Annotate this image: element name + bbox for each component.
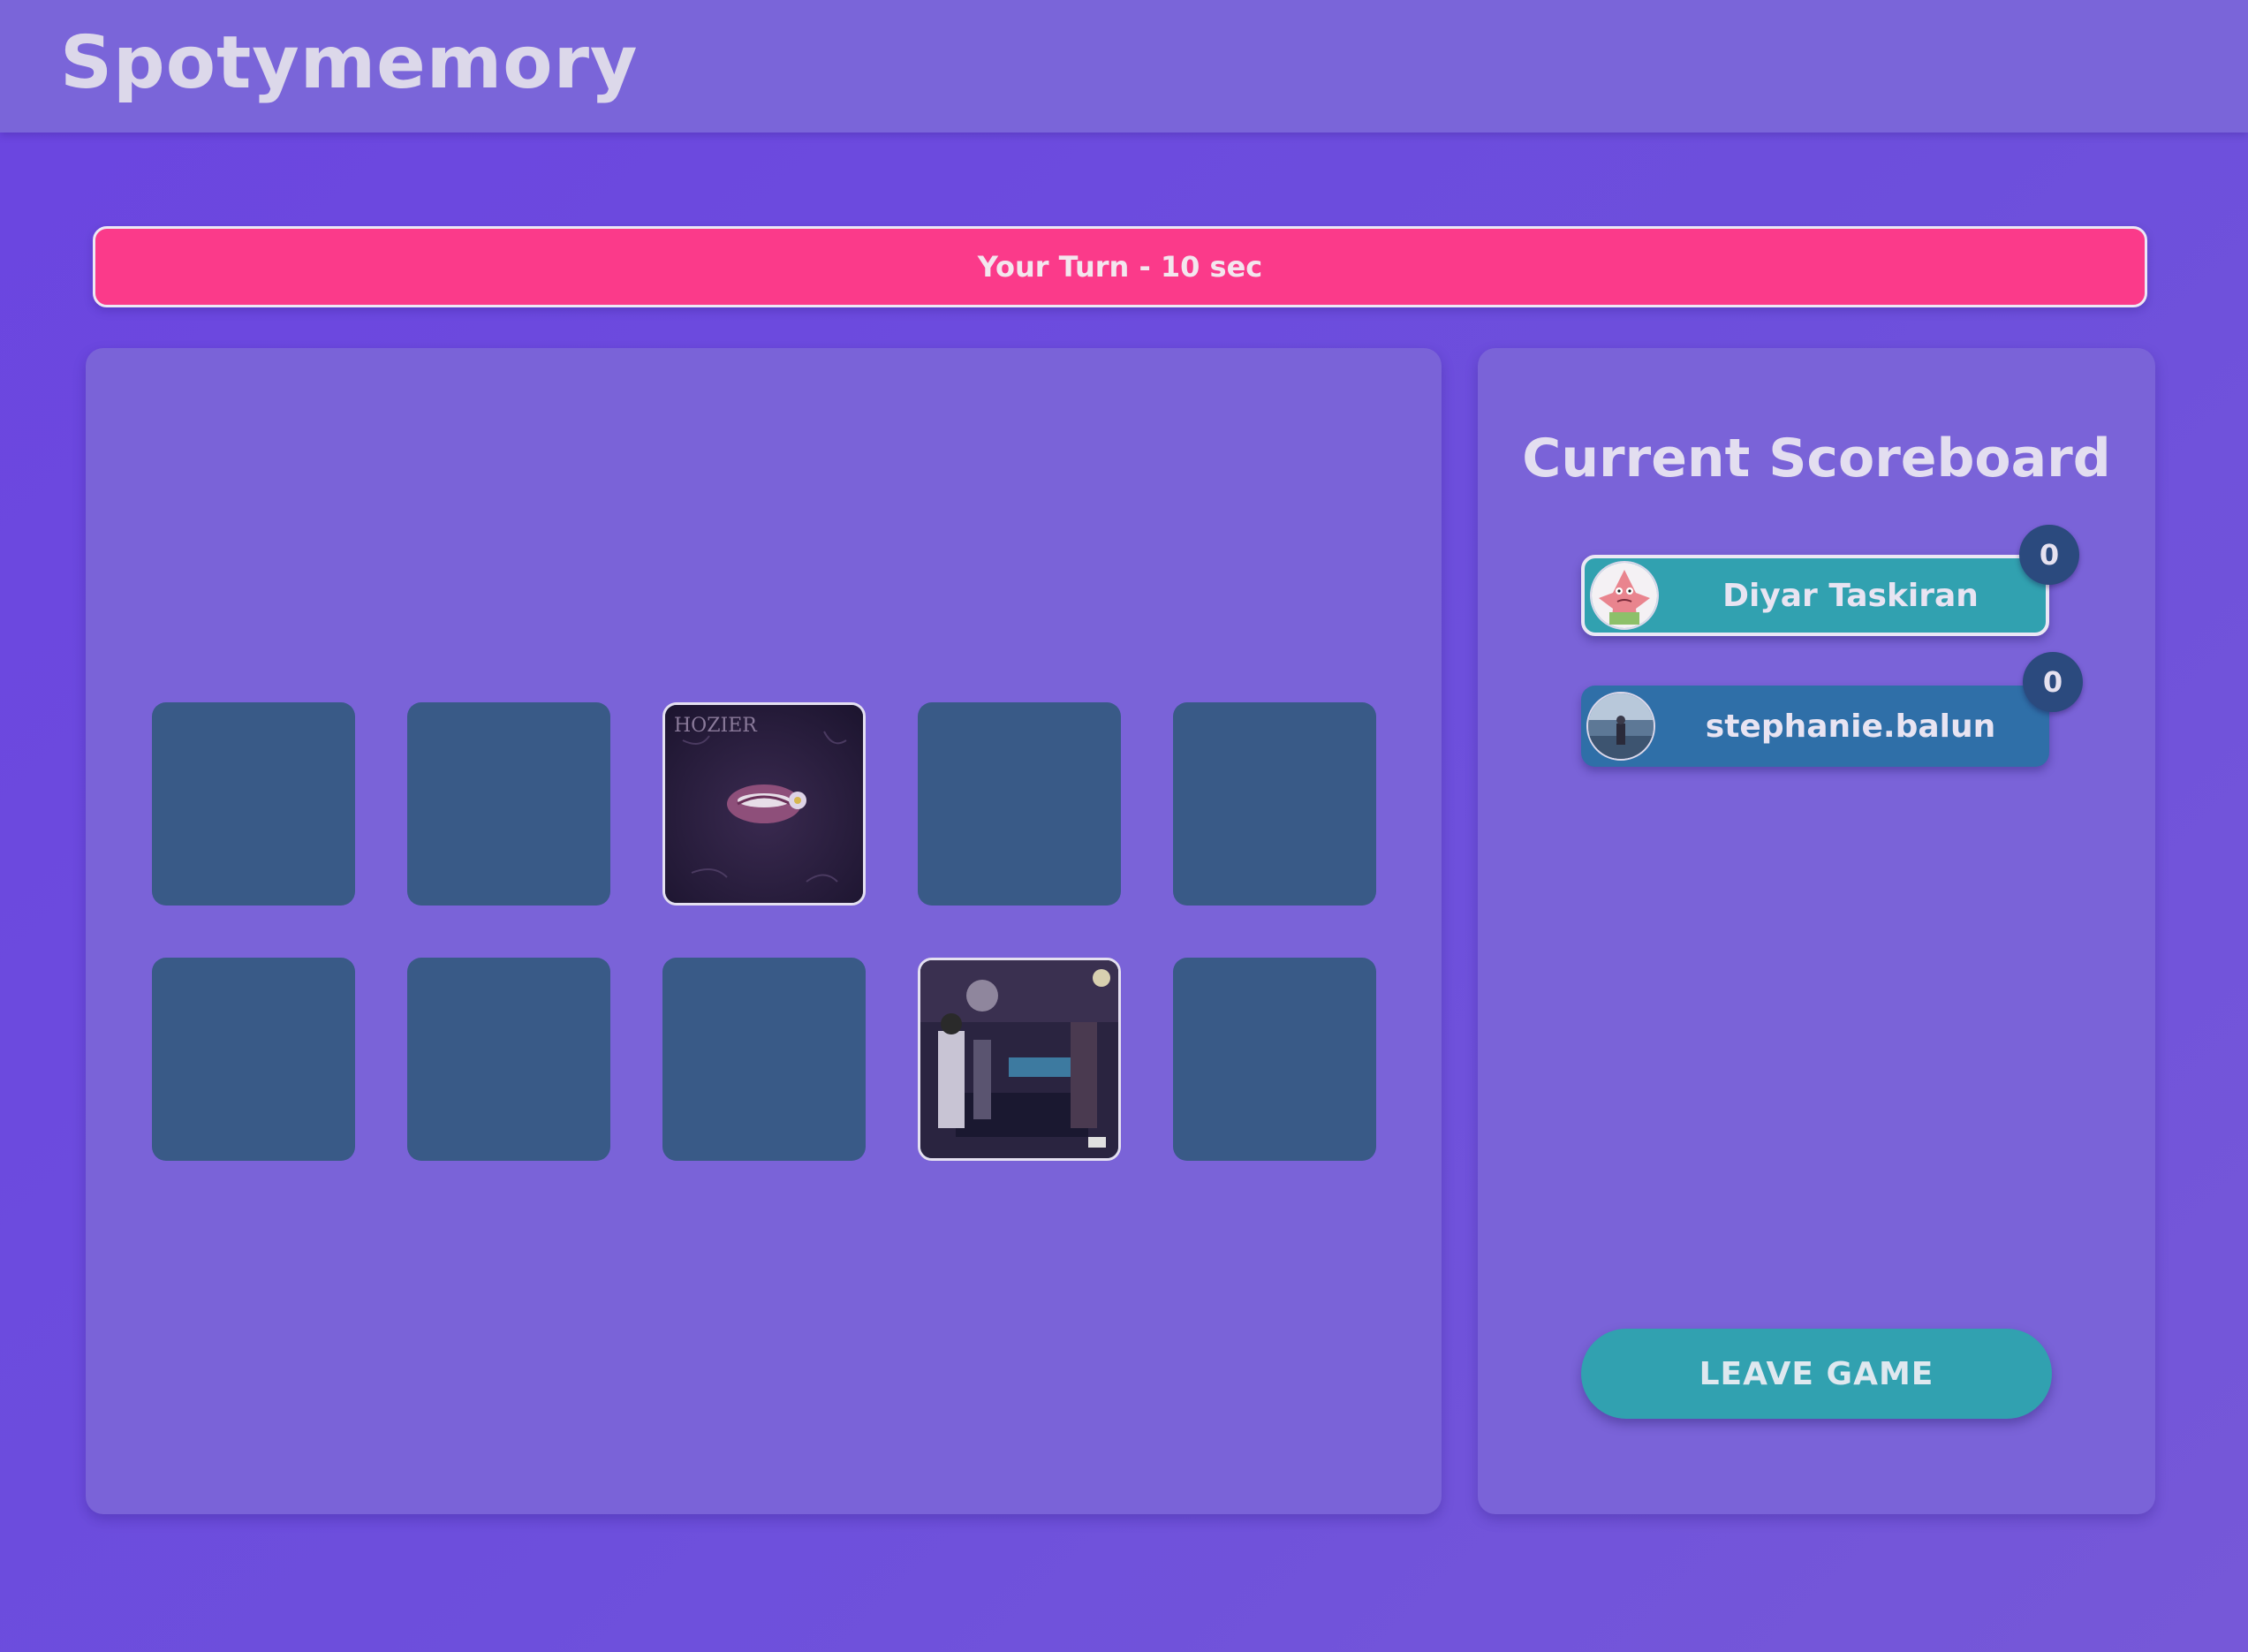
player-card-active: Diyar Taskiran 0: [1581, 525, 2079, 636]
score-badge: 0: [2023, 652, 2083, 712]
leave-game-button[interactable]: LEAVE GAME: [1581, 1329, 2052, 1419]
score-badge: 0: [2019, 525, 2079, 585]
memory-card[interactable]: [918, 702, 1121, 906]
svg-text:HOZIER: HOZIER: [674, 715, 758, 737]
starfish-avatar-icon: [1592, 563, 1657, 628]
turn-status-banner: Your Turn - 10 sec: [93, 226, 2147, 307]
memory-card[interactable]: [1173, 958, 1376, 1161]
player-card: stephanie.balun 0: [1581, 652, 2083, 767]
memory-card[interactable]: [1173, 702, 1376, 906]
app-header: Spotymemory: [0, 0, 2248, 133]
memory-card[interactable]: [152, 702, 355, 906]
memory-card[interactable]: [152, 958, 355, 1161]
album-cover-image: HOZIER: [665, 705, 863, 903]
game-board-panel: HOZIER: [86, 348, 1442, 1514]
player-name: Diyar Taskiran: [1722, 577, 1979, 614]
avatar: [1586, 692, 1655, 761]
memory-card[interactable]: [662, 958, 866, 1161]
memory-card-revealed[interactable]: [918, 958, 1121, 1161]
app-title: Spotymemory: [60, 21, 639, 105]
memory-card-revealed[interactable]: HOZIER: [662, 702, 866, 906]
scoreboard-panel: Current Scoreboard Diyar Taskiran 0 step…: [1478, 348, 2155, 1514]
avatar: [1590, 561, 1659, 630]
photo-avatar-icon: [1588, 693, 1654, 759]
scoreboard-title: Current Scoreboard: [1522, 428, 2111, 489]
player-name: stephanie.balun: [1705, 708, 1996, 745]
memory-card[interactable]: [407, 702, 610, 906]
album-cover-image: [920, 960, 1118, 1158]
memory-card[interactable]: [407, 958, 610, 1161]
